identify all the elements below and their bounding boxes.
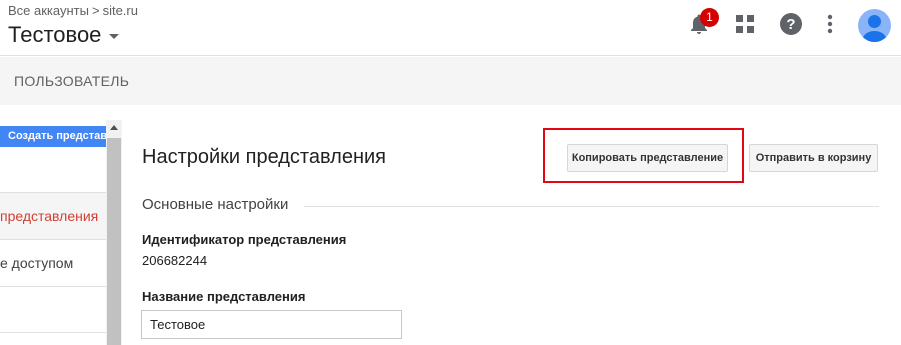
left-panel-scrollbar[interactable] <box>106 120 122 345</box>
help-icon[interactable]: ? <box>779 12 803 36</box>
breadcrumb-all-accounts[interactable]: Все аккаунты <box>8 3 89 18</box>
caret-down-icon <box>109 33 120 39</box>
view-name-input[interactable] <box>141 310 402 339</box>
app-header: Все аккаунты > site.ru Тестовое 1 ? <box>0 0 901 56</box>
account-name: Тестовое <box>8 22 102 47</box>
section-title: Основные настройки <box>142 196 289 213</box>
highlight-annotation <box>543 128 744 183</box>
view-id-value: 206682244 <box>142 253 208 268</box>
scrollbar-thumb[interactable] <box>107 138 121 345</box>
breadcrumb: Все аккаунты > site.ru <box>8 3 138 18</box>
left-divider <box>0 286 106 287</box>
breadcrumb-site[interactable]: site.ru <box>103 3 138 18</box>
notification-badge[interactable]: 1 <box>700 8 719 27</box>
apps-grid-icon[interactable] <box>735 14 755 34</box>
scroll-up-icon[interactable] <box>110 125 118 130</box>
section-divider <box>304 206 879 207</box>
sidebar-item-view-settings[interactable]: представления <box>0 193 106 239</box>
section-bar: ПОЛЬЗОВАТЕЛЬ <box>0 57 901 105</box>
avatar-icon[interactable] <box>858 9 891 42</box>
left-panel: Создать представ представления е доступо… <box>0 120 106 345</box>
view-name-label: Название представления <box>142 289 306 304</box>
move-to-trash-button[interactable]: Отправить в корзину <box>749 144 878 172</box>
page-title: Настройки представления <box>142 146 386 168</box>
svg-text:?: ? <box>786 16 795 33</box>
more-vert-icon[interactable] <box>822 12 838 36</box>
account-selector[interactable]: Тестовое <box>8 22 120 48</box>
sidebar-item-access-management[interactable]: е доступом <box>0 240 106 286</box>
section-bar-title: ПОЛЬЗОВАТЕЛЬ <box>14 73 130 89</box>
breadcrumb-separator: > <box>91 3 100 18</box>
left-divider <box>0 332 106 333</box>
create-view-button[interactable]: Создать представ <box>0 126 106 147</box>
view-id-label: Идентификатор представления <box>142 232 347 247</box>
